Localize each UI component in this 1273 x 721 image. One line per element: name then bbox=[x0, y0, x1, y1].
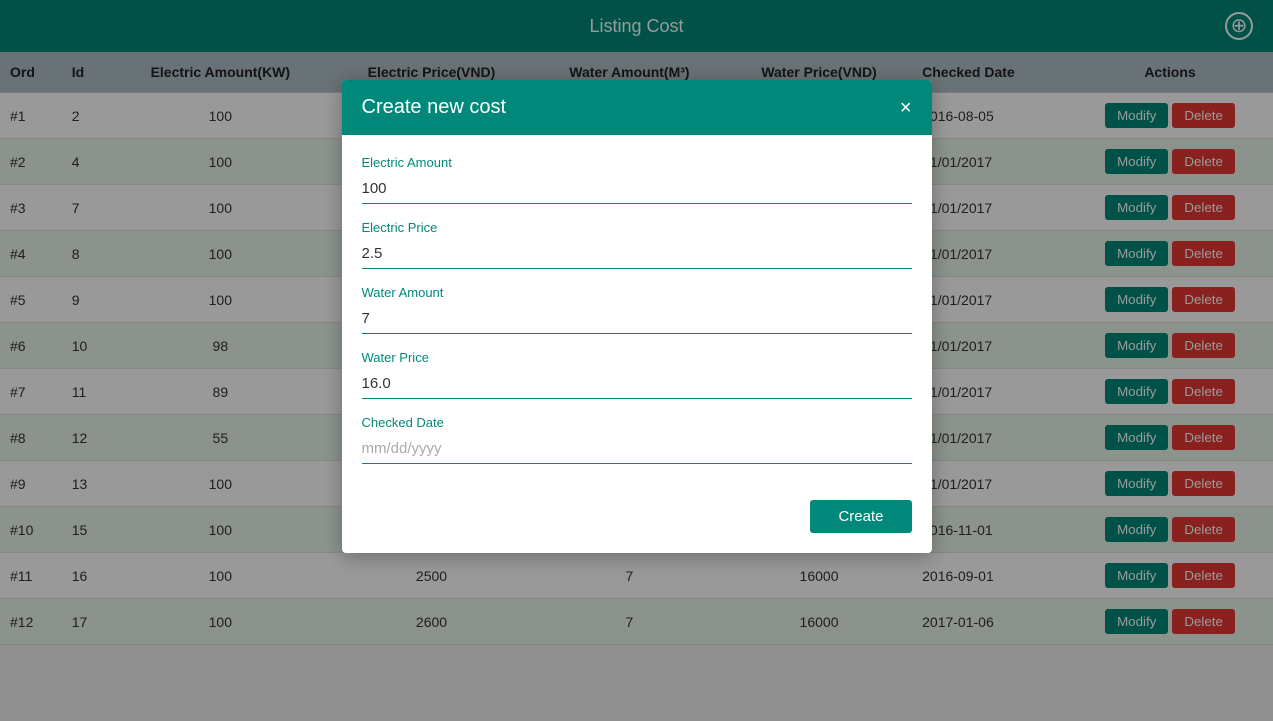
electric-amount-label: Electric Amount bbox=[362, 155, 912, 170]
electric-amount-group: Electric Amount bbox=[362, 155, 912, 204]
water-amount-label: Water Amount bbox=[362, 285, 912, 300]
checked-date-group: Checked Date bbox=[362, 415, 912, 464]
create-button[interactable]: Create bbox=[810, 500, 911, 533]
modal-body: Electric Amount Electric Price Water Amo… bbox=[342, 135, 932, 490]
create-cost-modal: Create new cost × Electric Amount Electr… bbox=[342, 80, 932, 553]
electric-price-input[interactable] bbox=[362, 239, 912, 269]
modal-close-button[interactable]: × bbox=[900, 98, 912, 118]
electric-price-label: Electric Price bbox=[362, 220, 912, 235]
water-amount-input[interactable] bbox=[362, 304, 912, 334]
water-price-input[interactable] bbox=[362, 369, 912, 399]
electric-amount-input[interactable] bbox=[362, 174, 912, 204]
checked-date-label: Checked Date bbox=[362, 415, 912, 430]
water-price-label: Water Price bbox=[362, 350, 912, 365]
electric-price-group: Electric Price bbox=[362, 220, 912, 269]
modal-header: Create new cost × bbox=[342, 80, 932, 135]
modal-footer: Create bbox=[342, 490, 932, 553]
modal-title: Create new cost bbox=[362, 96, 507, 119]
water-amount-group: Water Amount bbox=[362, 285, 912, 334]
water-price-group: Water Price bbox=[362, 350, 912, 399]
checked-date-input[interactable] bbox=[362, 434, 912, 464]
modal-overlay: Create new cost × Electric Amount Electr… bbox=[0, 0, 1273, 721]
